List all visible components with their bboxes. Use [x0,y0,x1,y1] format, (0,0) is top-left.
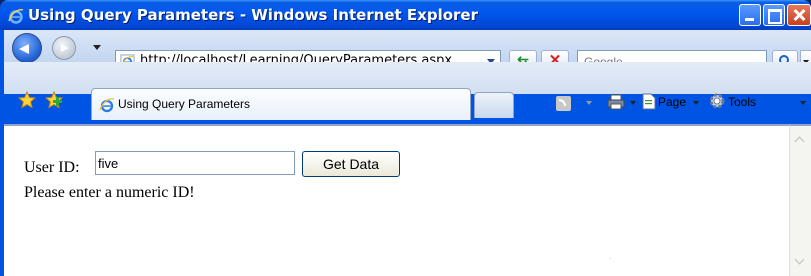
gear-icon [709,93,725,109]
ie-tab-icon [99,98,115,113]
page-dropdown-icon[interactable] [693,101,699,105]
scroll-down-arrow-icon[interactable] [793,255,808,270]
tab-using-query-parameters[interactable]: Using Query Parameters [91,88,471,120]
get-data-button[interactable]: Get Data [302,151,400,177]
favorites-star-icon[interactable] [18,91,36,109]
new-tab-button[interactable] [474,92,514,118]
print-icon[interactable] [607,94,625,110]
feeds-dropdown-icon[interactable] [586,101,592,105]
page-menu-button[interactable]: Page [658,95,686,109]
scroll-up-arrow-icon[interactable] [793,133,808,148]
maximize-button[interactable] [763,4,785,26]
feeds-icon[interactable] [556,96,571,111]
print-dropdown-icon[interactable] [630,101,636,105]
title-bar: Using Query Parameters - Windows Interne… [0,0,811,30]
ie-icon [8,9,24,24]
forward-button[interactable] [52,36,76,60]
tools-dropdown-icon[interactable] [800,101,806,105]
content-artifact [610,258,611,259]
user-id-input[interactable] [95,151,295,175]
minimize-button[interactable] [739,4,761,26]
ie-window: Using Query Parameters - Windows Interne… [0,0,811,276]
vertical-scrollbar[interactable] [789,124,811,276]
window-title: Using Query Parameters - Windows Interne… [28,6,478,24]
page-icon [642,93,656,110]
recent-pages-dropdown[interactable] [93,45,101,50]
user-id-label: User ID: [24,159,80,176]
close-button[interactable] [787,4,811,26]
back-button[interactable] [12,33,42,63]
add-favorites-icon[interactable] [45,91,63,109]
tools-menu-button[interactable]: Tools [728,95,756,109]
tab-label: Using Query Parameters [118,97,251,111]
validation-message: Please enter a numeric ID! [24,184,195,201]
